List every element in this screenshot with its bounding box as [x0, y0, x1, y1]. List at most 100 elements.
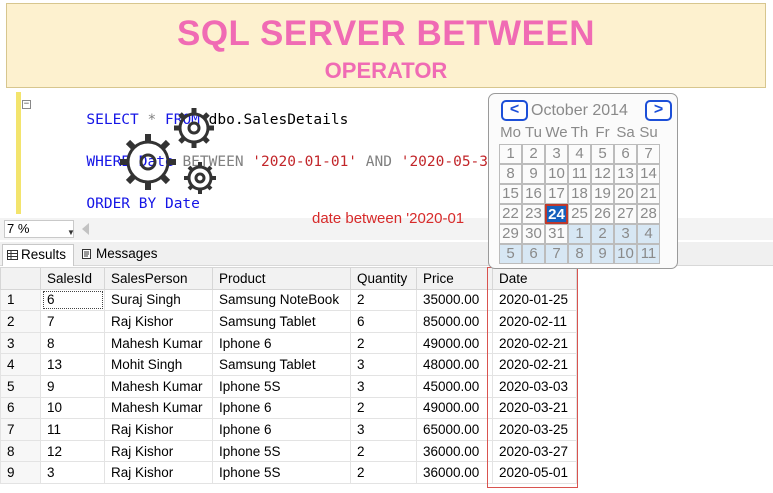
cell-date[interactable]: 2020-01-25: [492, 288, 577, 312]
cell-salesid[interactable]: 8: [40, 331, 105, 355]
row-number[interactable]: 9: [0, 461, 41, 484]
calendar-day[interactable]: 23: [522, 204, 545, 224]
calendar-day[interactable]: 15: [499, 184, 522, 204]
cell-product[interactable]: Iphone 5S: [212, 374, 351, 398]
cell-date[interactable]: 2020-03-21: [492, 396, 577, 420]
row-number[interactable]: 4: [0, 353, 41, 376]
calendar-popup[interactable]: < October 2014 > Mo Tu We Th Fr Sa Su 1 2 3 4 5 6 7 8 9…: [488, 93, 678, 269]
cell-product[interactable]: Iphone 5S: [212, 439, 351, 463]
row-number[interactable]: 3: [0, 331, 41, 355]
cell-product[interactable]: Iphone 6: [212, 396, 351, 420]
cell-quantity[interactable]: 2: [350, 461, 417, 484]
cell-salesid[interactable]: 12: [40, 439, 105, 463]
calendar-day[interactable]: 5: [591, 144, 614, 164]
calendar-day[interactable]: 10: [545, 164, 568, 184]
calendar-day[interactable]: 21: [637, 184, 660, 204]
calendar-day[interactable]: 16: [522, 184, 545, 204]
cell-quantity[interactable]: 2: [350, 439, 417, 463]
cell-product[interactable]: Samsung Tablet: [212, 310, 351, 333]
calendar-day[interactable]: 3: [545, 144, 568, 164]
cell-price[interactable]: 35000.00: [416, 288, 493, 312]
cell-salesid[interactable]: 10: [40, 396, 105, 420]
cell-salesperson[interactable]: Raj Kishor: [104, 310, 213, 333]
calendar-day[interactable]: 31: [545, 224, 568, 244]
calendar-day[interactable]: 11: [637, 244, 660, 264]
cell-quantity[interactable]: 6: [350, 310, 417, 333]
calendar-day[interactable]: 10: [614, 244, 637, 264]
cell-quantity[interactable]: 3: [350, 418, 417, 441]
column-header-quantity[interactable]: Quantity: [350, 267, 417, 290]
cell-quantity[interactable]: 3: [350, 353, 417, 376]
table-row[interactable]: 3 8 Mahesh Kumar Iphone 6 2 49000.00 202…: [0, 331, 577, 355]
scroll-left-icon[interactable]: [82, 223, 89, 235]
calendar-day[interactable]: 27: [614, 204, 637, 224]
cell-salesperson[interactable]: Mohit Singh: [104, 353, 213, 376]
zoom-selector[interactable]: 7 % ▼: [4, 220, 75, 241]
calendar-day[interactable]: 4: [568, 144, 591, 164]
cell-product[interactable]: Iphone 6: [212, 331, 351, 355]
row-number[interactable]: 1: [0, 288, 41, 312]
cell-date[interactable]: 2020-03-27: [492, 439, 577, 463]
dropdown-arrow-icon[interactable]: ▼: [67, 225, 75, 241]
prev-month-button[interactable]: <: [501, 100, 528, 121]
calendar-day[interactable]: 5: [499, 244, 522, 264]
cell-price[interactable]: 49000.00: [416, 331, 493, 355]
cell-salesid[interactable]: 6: [40, 288, 105, 312]
cell-date[interactable]: 2020-02-11: [492, 310, 577, 333]
calendar-day[interactable]: 20: [614, 184, 637, 204]
calendar-day[interactable]: 26: [591, 204, 614, 224]
calendar-day[interactable]: 25: [568, 204, 591, 224]
cell-salesperson[interactable]: Mahesh Kumar: [104, 374, 213, 398]
column-header-date[interactable]: Date: [492, 267, 577, 290]
table-row[interactable]: 6 10 Mahesh Kumar Iphone 6 2 49000.00 20…: [0, 396, 577, 420]
calendar-day-selected[interactable]: 24: [545, 204, 568, 224]
cell-salesperson[interactable]: Raj Kishor: [104, 418, 213, 441]
calendar-day[interactable]: 14: [637, 164, 660, 184]
calendar-day[interactable]: 7: [637, 144, 660, 164]
calendar-day[interactable]: 1: [568, 224, 591, 244]
calendar-day[interactable]: 4: [637, 224, 660, 244]
cell-salesid[interactable]: 9: [40, 374, 105, 398]
calendar-day[interactable]: 9: [522, 164, 545, 184]
calendar-day[interactable]: 28: [637, 204, 660, 224]
query-line-2[interactable]: WHERE Date BETWEEN '2020-01-01' AND '202…: [34, 138, 505, 186]
calendar-day[interactable]: 3: [614, 224, 637, 244]
calendar-day[interactable]: 29: [499, 224, 522, 244]
calendar-day[interactable]: 18: [568, 184, 591, 204]
table-row[interactable]: 2 7 Raj Kishor Samsung Tablet 6 85000.00…: [0, 310, 577, 333]
calendar-day[interactable]: 7: [545, 244, 568, 264]
table-row[interactable]: 1 6 Suraj Singh Samsung NoteBook 2 35000…: [0, 288, 577, 312]
calendar-day[interactable]: 6: [522, 244, 545, 264]
table-row[interactable]: 9 3 Raj Kishor Iphone 5S 2 36000.00 2020…: [0, 461, 577, 484]
cell-price[interactable]: 65000.00: [416, 418, 493, 441]
cell-date[interactable]: 2020-05-01: [492, 461, 577, 484]
cell-price[interactable]: 85000.00: [416, 310, 493, 333]
column-header-price[interactable]: Price: [416, 267, 493, 290]
cell-date[interactable]: 2020-03-03: [492, 374, 577, 398]
calendar-day[interactable]: 12: [591, 164, 614, 184]
cell-quantity[interactable]: 2: [350, 288, 417, 312]
cell-quantity[interactable]: 2: [350, 331, 417, 355]
table-row[interactable]: 4 13 Mohit Singh Samsung Tablet 3 48000.…: [0, 353, 577, 376]
column-header-product[interactable]: Product: [212, 267, 351, 290]
row-number[interactable]: 6: [0, 396, 41, 420]
tab-results[interactable]: Results: [2, 244, 74, 266]
cell-salesperson[interactable]: Mahesh Kumar: [104, 396, 213, 420]
row-number[interactable]: 7: [0, 418, 41, 441]
table-row[interactable]: 7 11 Raj Kishor Iphone 6 3 65000.00 2020…: [0, 418, 577, 441]
cell-price[interactable]: 36000.00: [416, 439, 493, 463]
calendar-day[interactable]: 8: [499, 164, 522, 184]
cell-price[interactable]: 45000.00: [416, 374, 493, 398]
column-header-salesperson[interactable]: SalesPerson: [104, 267, 213, 290]
cell-salesperson[interactable]: Raj Kishor: [104, 461, 213, 484]
cell-price[interactable]: 36000.00: [416, 461, 493, 484]
table-row[interactable]: 5 9 Mahesh Kumar Iphone 5S 3 45000.00 20…: [0, 374, 577, 398]
calendar-day[interactable]: 9: [591, 244, 614, 264]
cell-date[interactable]: 2020-03-25: [492, 418, 577, 441]
cell-quantity[interactable]: 2: [350, 396, 417, 420]
calendar-day[interactable]: 19: [591, 184, 614, 204]
cell-date[interactable]: 2020-02-21: [492, 331, 577, 355]
cell-product[interactable]: Samsung NoteBook: [212, 288, 351, 312]
calendar-day[interactable]: 11: [568, 164, 591, 184]
cell-salesid[interactable]: 3: [40, 461, 105, 484]
